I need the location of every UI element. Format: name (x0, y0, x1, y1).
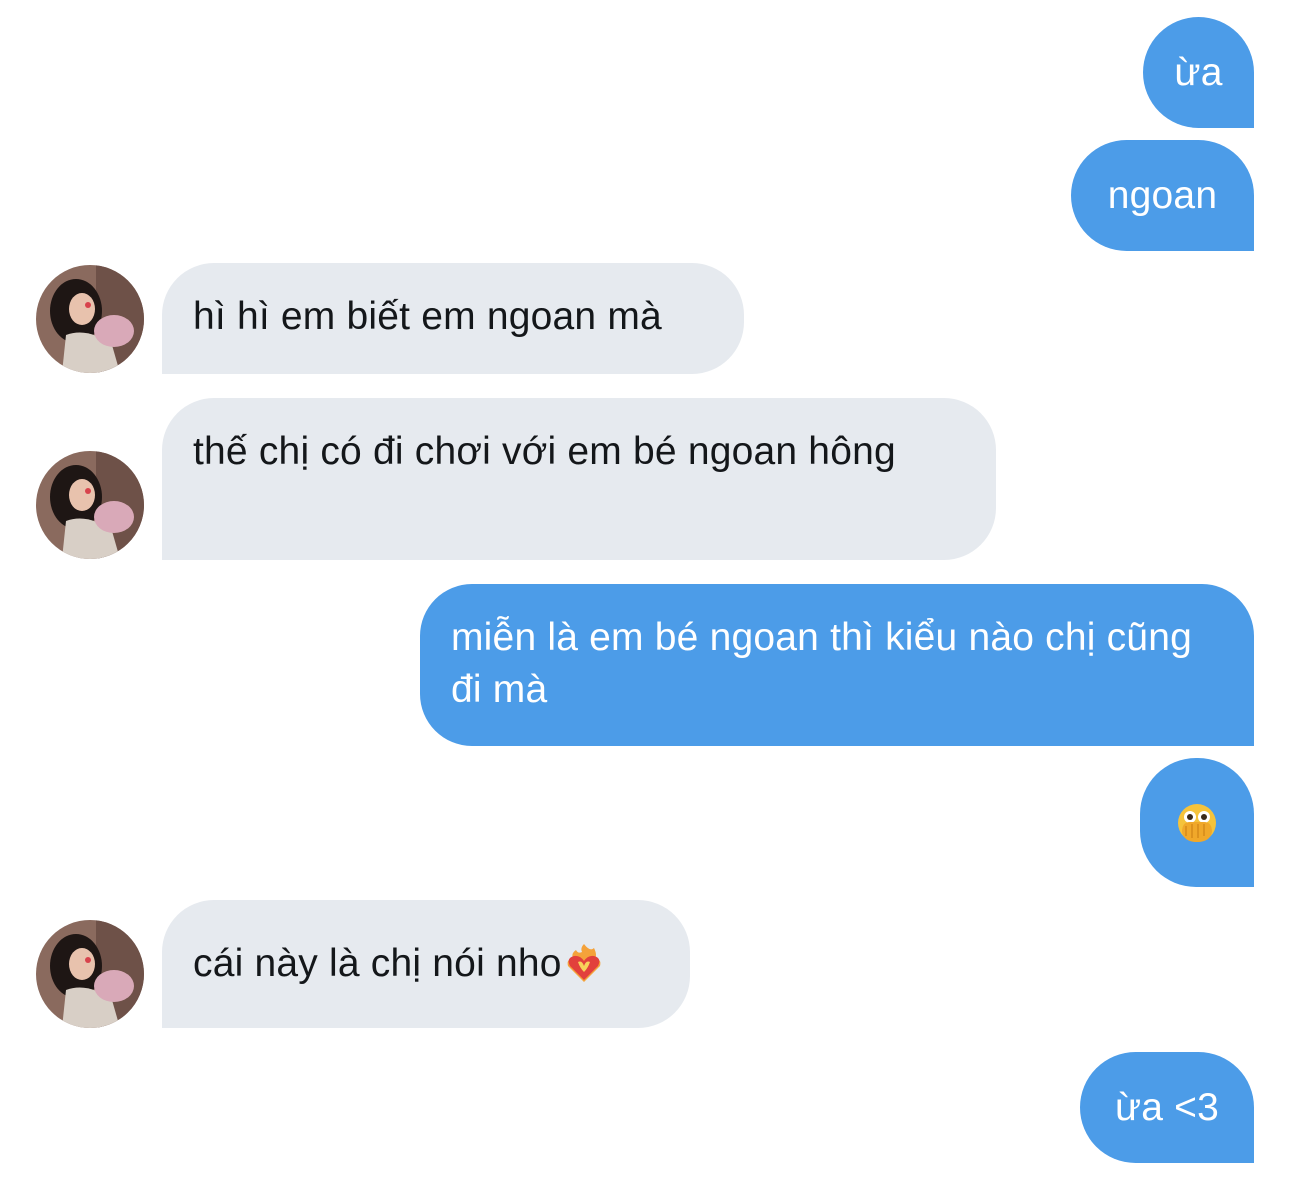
outgoing-message[interactable]: ừa <3 (1080, 1052, 1254, 1163)
incoming-message[interactable]: thế chị có đi chơi với em bé ngoan hông (162, 398, 996, 560)
message-text: ngoan (1107, 173, 1218, 217)
outgoing-message[interactable] (1140, 758, 1254, 887)
message-text: ừa <3 (1114, 1085, 1220, 1129)
outgoing-message[interactable]: ừa (1143, 17, 1254, 128)
outgoing-message[interactable]: ngoan (1071, 140, 1254, 251)
face-with-open-eyes-and-hand-over-mouth-emoji (1178, 803, 1216, 842)
incoming-message[interactable]: hì hì em biết em ngoan mà (162, 263, 744, 374)
message-text: hì hì em biết em ngoan mà (193, 295, 662, 338)
message-text: cái này là chị nói nho (193, 942, 562, 985)
contact-avatar[interactable] (36, 920, 144, 1028)
heart-on-fire-emoji (567, 944, 601, 982)
message-text: thế chị có đi chơi với em bé ngoan hông (193, 430, 896, 473)
message-text: ừa (1174, 50, 1223, 94)
outgoing-message[interactable]: miễn là em bé ngoan thì kiểu nào chị cũn… (420, 584, 1254, 746)
message-text: miễn là em bé ngoan thì kiểu nào chị cũn… (451, 616, 1193, 711)
contact-avatar[interactable] (36, 265, 144, 373)
contact-avatar[interactable] (36, 451, 144, 559)
incoming-message[interactable]: cái này là chị nói nho (162, 900, 690, 1028)
